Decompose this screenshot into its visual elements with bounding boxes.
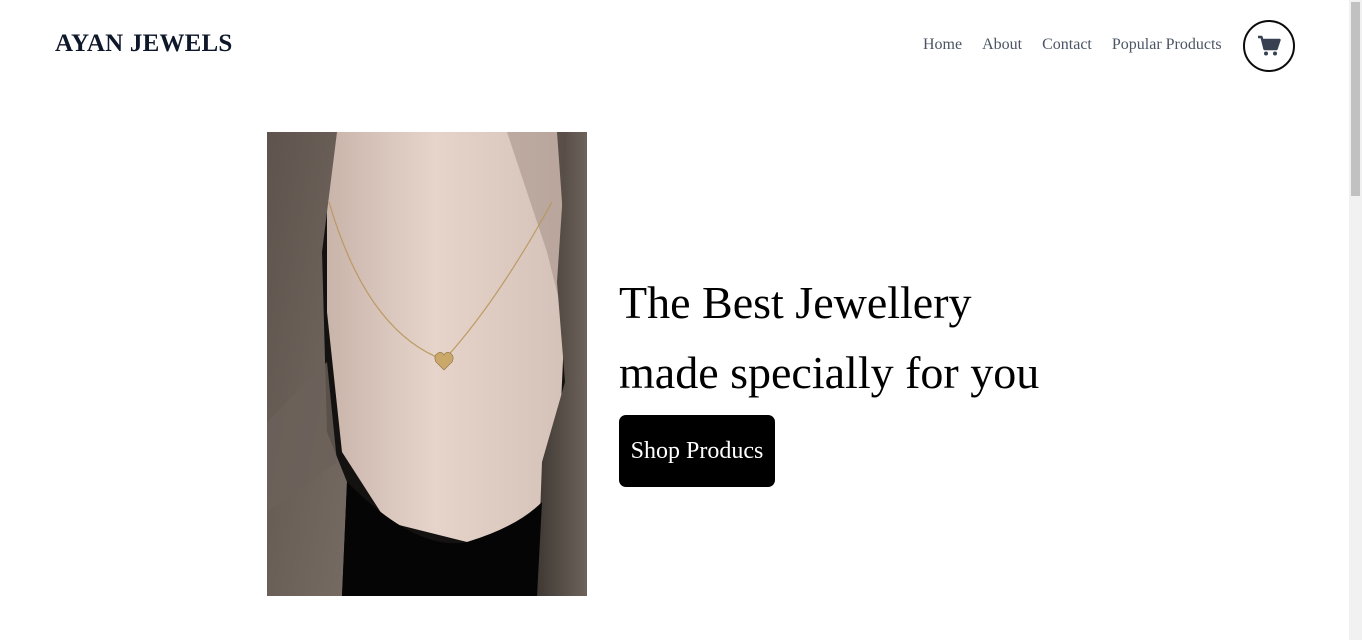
vertical-scrollbar[interactable] [1349,0,1362,640]
site-header: AYAN JEWELS Home About Contact Popular P… [0,0,1349,92]
brand-logo[interactable]: AYAN JEWELS [55,30,233,58]
cart-button[interactable] [1243,20,1295,72]
nav-about-link[interactable]: About [982,36,1022,54]
nav-contact-link[interactable]: Contact [1042,36,1092,54]
headline-line-2: made specially for you [619,347,1040,398]
nav-popular-products-link[interactable]: Popular Products [1112,36,1222,54]
headline-line-1: The Best Jewellery [619,277,972,328]
nav-home-link[interactable]: Home [923,36,962,54]
shop-products-button[interactable]: Shop Producs [619,415,775,487]
hero-headline: The Best Jewellery made specially for yo… [619,268,1039,408]
main-nav: Home About Contact Popular Products [923,36,1222,54]
necklace-photo [267,132,587,596]
cart-icon [1258,35,1281,56]
scrollbar-thumb[interactable] [1351,2,1360,196]
